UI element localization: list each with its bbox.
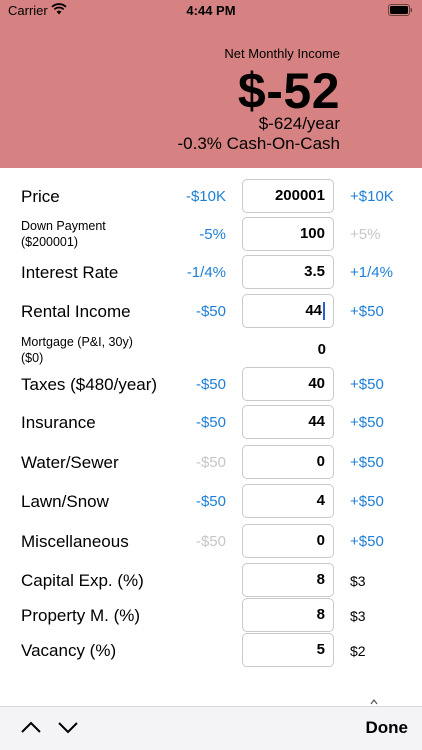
rental-income-decrease-button[interactable]: -$50 bbox=[196, 303, 226, 320]
insurance-label: Insurance bbox=[21, 413, 96, 432]
mortgage-label: Mortgage (P&I, 30y) ($0) bbox=[21, 334, 133, 366]
row-miscellaneous: Miscellaneous -$50 0 +$50 bbox=[0, 524, 422, 558]
text-cursor bbox=[323, 302, 325, 321]
rental-income-value: 44 bbox=[305, 302, 322, 319]
net-income-label: Net Monthly Income bbox=[224, 46, 340, 61]
rental-income-increase-button[interactable]: +$50 bbox=[350, 303, 384, 320]
row-price: Price -$10K 200001 +$10K bbox=[0, 179, 422, 213]
rental-income-label: Rental Income bbox=[21, 302, 131, 321]
done-button[interactable]: Done bbox=[366, 718, 409, 738]
row-rental-income: Rental Income -$50 44 +$50 bbox=[0, 294, 422, 328]
keyboard-toolbar: Done bbox=[0, 706, 422, 750]
taxes-increase-button[interactable]: +$50 bbox=[350, 376, 384, 393]
mortgage-label-title: Mortgage (P&I, 30y) bbox=[21, 335, 133, 349]
chevron-down-icon[interactable] bbox=[57, 719, 79, 735]
row-insurance: Insurance -$50 44 +$50 bbox=[0, 405, 422, 439]
row-taxes: Taxes ($480/year) -$50 40 +$50 bbox=[0, 367, 422, 401]
price-label: Price bbox=[21, 187, 60, 206]
water-sewer-input[interactable]: 0 bbox=[242, 445, 334, 479]
interest-rate-input[interactable]: 3.5 bbox=[242, 255, 334, 289]
interest-rate-label: Interest Rate bbox=[21, 263, 119, 282]
status-bar: Carrier 4:44 PM bbox=[0, 0, 422, 24]
chevron-up-icon[interactable] bbox=[20, 719, 42, 735]
down-payment-label-title: Down Payment bbox=[21, 219, 106, 233]
insurance-increase-button[interactable]: +$50 bbox=[350, 414, 384, 431]
miscellaneous-input[interactable]: 0 bbox=[242, 524, 334, 558]
interest-rate-increase-button[interactable]: +1/4% bbox=[350, 264, 393, 281]
vacancy-input[interactable]: 5 bbox=[242, 633, 334, 667]
price-increase-button[interactable]: +$10K bbox=[350, 188, 394, 205]
row-interest-rate: Interest Rate -1/4% 3.5 +1/4% bbox=[0, 255, 422, 289]
row-water-sewer: Water/Sewer -$50 0 +$50 bbox=[0, 445, 422, 479]
lawn-snow-decrease-button[interactable]: -$50 bbox=[196, 493, 226, 510]
lawn-snow-input[interactable]: 4 bbox=[242, 484, 334, 518]
row-mortgage: Mortgage (P&I, 30y) ($0) 0 bbox=[0, 333, 422, 367]
down-payment-label: Down Payment ($200001) bbox=[21, 218, 106, 250]
price-input[interactable]: 200001 bbox=[242, 179, 334, 213]
rental-income-input[interactable]: 44 bbox=[242, 294, 334, 328]
taxes-input[interactable]: 40 bbox=[242, 367, 334, 401]
insurance-input[interactable]: 44 bbox=[242, 405, 334, 439]
taxes-label: Taxes ($480/year) bbox=[21, 375, 158, 394]
net-income-amount: $-52 bbox=[237, 63, 340, 119]
down-payment-label-amount: ($200001) bbox=[21, 235, 78, 249]
row-lawn-snow: Lawn/Snow -$50 4 +$50 bbox=[0, 484, 422, 518]
vacancy-amount: $2 bbox=[350, 643, 366, 659]
water-sewer-decrease-button[interactable]: -$50 bbox=[196, 454, 226, 471]
row-vacancy: Vacancy (%) 5 $2 bbox=[0, 633, 422, 667]
price-decrease-button[interactable]: -$10K bbox=[186, 188, 226, 205]
property-management-input[interactable]: 8 bbox=[242, 598, 334, 632]
property-management-label: Property M. (%) bbox=[21, 606, 141, 625]
row-capital-exp: Capital Exp. (%) 8 $3 bbox=[0, 563, 422, 597]
capital-exp-label: Capital Exp. (%) bbox=[21, 571, 144, 590]
water-sewer-increase-button[interactable]: +$50 bbox=[350, 454, 384, 471]
battery-icon bbox=[388, 4, 413, 16]
row-property-management: Property M. (%) 8 $3 bbox=[0, 598, 422, 632]
insurance-decrease-button[interactable]: -$50 bbox=[196, 414, 226, 431]
taxes-decrease-button[interactable]: -$50 bbox=[196, 376, 226, 393]
miscellaneous-decrease-button[interactable]: -$50 bbox=[196, 533, 226, 550]
mortgage-value: 0 bbox=[317, 341, 326, 358]
row-down-payment: Down Payment ($200001) -5% 100 +5% bbox=[0, 217, 422, 251]
lawn-snow-label: Lawn/Snow bbox=[21, 492, 109, 511]
summary-header: Carrier 4:44 PM Net Monthly Income $-52 … bbox=[0, 0, 422, 168]
yearly-income: $-624/year bbox=[258, 114, 340, 133]
mortgage-label-amount: ($0) bbox=[21, 351, 44, 365]
down-payment-input[interactable]: 100 bbox=[242, 217, 334, 251]
cash-on-cash: -0.3% Cash-On-Cash bbox=[177, 134, 340, 153]
vacancy-label: Vacancy (%) bbox=[21, 641, 117, 660]
interest-rate-decrease-button[interactable]: -1/4% bbox=[187, 264, 226, 281]
miscellaneous-increase-button[interactable]: +$50 bbox=[350, 533, 384, 550]
clock: 4:44 PM bbox=[186, 3, 236, 18]
water-sewer-label: Water/Sewer bbox=[21, 453, 119, 472]
lawn-snow-increase-button[interactable]: +$50 bbox=[350, 493, 384, 510]
capital-exp-amount: $3 bbox=[350, 573, 366, 589]
drag-handle-icon bbox=[370, 699, 378, 705]
down-payment-decrease-button[interactable]: -5% bbox=[199, 226, 226, 243]
capital-exp-input[interactable]: 8 bbox=[242, 563, 334, 597]
miscellaneous-label: Miscellaneous bbox=[21, 532, 129, 551]
down-payment-increase-button[interactable]: +5% bbox=[350, 226, 380, 243]
property-management-amount: $3 bbox=[350, 608, 366, 624]
